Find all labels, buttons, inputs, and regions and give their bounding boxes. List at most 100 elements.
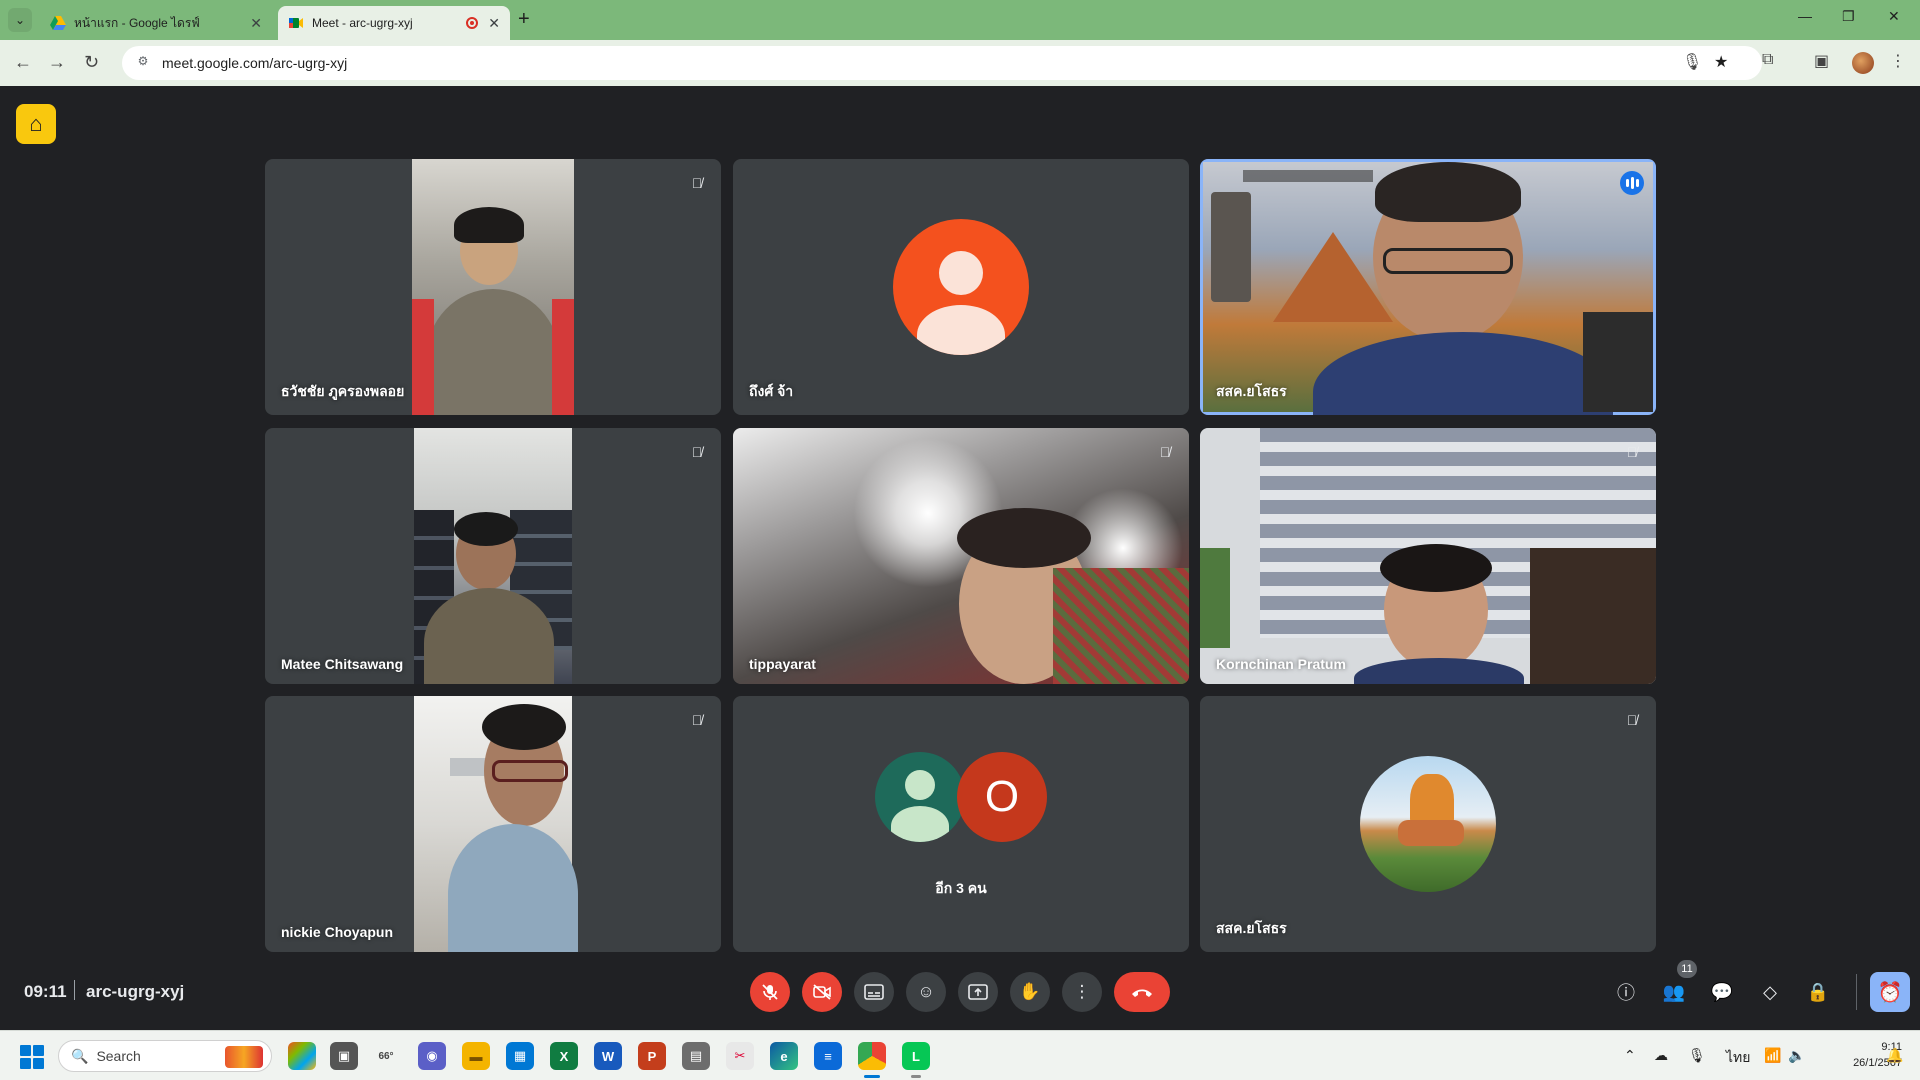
divider — [1856, 974, 1857, 1010]
more-participants-label: อีก 3 คน — [935, 880, 987, 896]
excel-icon[interactable]: X — [550, 1042, 578, 1070]
participant-video — [414, 428, 572, 684]
tab-search-button[interactable]: ⌄ — [8, 8, 32, 32]
menu-kebab-icon[interactable]: ⋮ — [1890, 51, 1906, 71]
language-indicator[interactable]: ไทย — [1726, 1047, 1750, 1069]
start-button[interactable] — [20, 1045, 44, 1069]
task-view-icon[interactable]: ▣ — [330, 1042, 358, 1070]
microsoft-store-icon[interactable]: ▦ — [506, 1042, 534, 1070]
participant-tile[interactable]: 🎙̸ nickie Choyapun — [265, 696, 721, 952]
windows-taskbar: 🔍 Search ▣ 66° ◉ ▬ ▦ X W P ▤ ✂ e ≡ L ⌃ ☁… — [0, 1030, 1920, 1080]
calculator-icon[interactable]: ▤ — [682, 1042, 710, 1070]
search-icon: 🔍 — [71, 1047, 89, 1064]
close-tab-icon[interactable]: ✕ — [488, 15, 500, 32]
captions-button[interactable] — [854, 972, 894, 1012]
meeting-clock: 09:11 — [24, 982, 67, 1001]
weather-icon[interactable]: 66° — [372, 1042, 400, 1070]
powerpoint-icon[interactable]: P — [638, 1042, 666, 1070]
word-icon[interactable]: W — [594, 1042, 622, 1070]
tab-title: Meet - arc-ugrg-xyj — [312, 16, 413, 30]
people-count-badge: 11 — [1677, 960, 1697, 978]
participant-tile[interactable]: 🎙̸ tippayarat — [733, 428, 1189, 684]
host-controls-button[interactable]: 🔒 — [1804, 978, 1832, 1006]
info-icon: ⓘ — [1617, 983, 1635, 1003]
microphone-icon[interactable]: 🎙 — [1682, 52, 1702, 72]
participant-tile-active-speaker[interactable]: สสค.ยโสธร — [1200, 159, 1656, 415]
people-button[interactable]: 👥 — [1660, 978, 1688, 1006]
file-explorer-icon[interactable]: ▬ — [462, 1042, 490, 1070]
participant-name: nickie Choyapun — [281, 924, 394, 940]
chrome-icon[interactable] — [858, 1042, 886, 1078]
address-bar[interactable]: ⚙ meet.google.com/arc-ugrg-xyj — [122, 46, 1762, 80]
participant-tile[interactable]: 🎙̸ Kornchinan Pratum — [1200, 428, 1656, 684]
participant-name: Kornchinan Pratum — [1216, 656, 1346, 672]
participant-video — [1203, 162, 1653, 415]
teams-chat-icon[interactable]: ◉ — [418, 1042, 446, 1070]
more-vert-icon: ⋮ — [1073, 982, 1091, 1001]
copilot-icon[interactable] — [288, 1042, 316, 1070]
participant-tile[interactable]: 🎙̸ สสค.ยโสธร — [1200, 696, 1656, 952]
lock-person-icon: 🔒 — [1806, 981, 1830, 1002]
hand-icon: ✋ — [1019, 982, 1041, 1001]
microphone-off-icon: 🎙̸ — [691, 175, 703, 191]
participant-video — [733, 428, 1189, 684]
minimize-button[interactable]: — — [1798, 8, 1812, 24]
captions-icon — [864, 984, 884, 1000]
participant-name: สสค.ยโสธร — [1216, 383, 1287, 399]
participant-tile[interactable]: 🎙̸ ธวัชชัย ภูครองพลอย — [265, 159, 721, 415]
notepad-icon[interactable]: ≡ — [814, 1042, 842, 1070]
profile-avatar[interactable] — [1852, 52, 1874, 74]
timer-button[interactable]: ⏰ — [1870, 972, 1910, 1012]
tab-google-meet[interactable]: Meet - arc-ugrg-xyj ✕ — [278, 6, 510, 40]
extensions-icon[interactable]: ⧉ — [1762, 51, 1773, 69]
notifications-bell-icon[interactable]: 🔔 — [1886, 1047, 1903, 1064]
leave-call-button[interactable] — [1114, 972, 1170, 1012]
line-app-icon[interactable]: L — [902, 1042, 930, 1078]
participant-tile[interactable]: ถึงศ์ จ้า — [733, 159, 1189, 415]
bookmark-star-icon[interactable]: ★ — [1714, 52, 1728, 72]
meeting-details-button[interactable]: ⓘ — [1612, 978, 1640, 1006]
participant-name: ธวัชชัย ภูครองพลอย — [281, 383, 405, 399]
reactions-button[interactable]: ☺ — [906, 972, 946, 1012]
tab-google-drive[interactable]: หน้าแรก - Google ไดรฟ์ ✕ — [40, 6, 272, 40]
participant-name: สสค.ยโสธร — [1216, 920, 1287, 936]
chevron-up-icon[interactable]: ⌃ — [1624, 1047, 1636, 1064]
onedrive-icon[interactable]: ☁ — [1654, 1047, 1668, 1064]
close-window-button[interactable]: ✕ — [1888, 8, 1900, 25]
back-arrow-icon[interactable]: ← — [14, 52, 32, 73]
microphone-off-icon — [762, 984, 778, 1000]
wifi-icon[interactable]: 📶 — [1764, 1047, 1781, 1064]
edge-icon[interactable]: e — [770, 1042, 798, 1070]
present-screen-button[interactable] — [958, 972, 998, 1012]
activities-button[interactable]: ◇ — [1756, 978, 1784, 1006]
camera-off-button[interactable] — [802, 972, 842, 1012]
snipping-tool-icon[interactable]: ✂ — [726, 1042, 754, 1070]
participant-video — [414, 696, 578, 952]
close-tab-icon[interactable]: ✕ — [250, 15, 262, 32]
microphone-off-button[interactable] — [750, 972, 790, 1012]
search-label: Search — [96, 1048, 141, 1064]
raise-hand-button[interactable]: ✋ — [1010, 972, 1050, 1012]
microphone-tray-icon[interactable]: 🎙 — [1688, 1047, 1706, 1064]
group-avatar-initial: O — [957, 752, 1047, 842]
meeting-code: arc-ugrg-xyj — [86, 982, 185, 1001]
new-tab-button[interactable]: + — [518, 8, 530, 31]
chevron-down-icon: ⌄ — [14, 13, 26, 27]
browser-tab-bar: ⌄ หน้าแรก - Google ไดรฟ์ ✕ Meet - arc-ug… — [0, 0, 1920, 40]
restore-button[interactable]: ❐ — [1842, 8, 1855, 25]
participant-name: ถึงศ์ จ้า — [749, 383, 794, 399]
host-controls-icon[interactable]: ⌂ — [16, 104, 56, 144]
participant-video — [412, 159, 574, 415]
side-panel-icon[interactable]: ▣ — [1814, 51, 1829, 71]
participant-group-tile[interactable]: O อีก 3 คน — [733, 696, 1189, 952]
taskbar-search[interactable]: 🔍 Search — [58, 1040, 272, 1072]
volume-icon[interactable]: 🔈 — [1788, 1047, 1805, 1064]
forward-arrow-icon[interactable]: → — [48, 52, 66, 73]
site-info-icon[interactable]: ⚙ — [134, 54, 152, 72]
more-options-button[interactable]: ⋮ — [1062, 972, 1102, 1012]
url-text: meet.google.com/arc-ugrg-xyj — [162, 55, 348, 71]
participant-tile[interactable]: 🎙̸ Matee Chitsawang — [265, 428, 721, 684]
reload-icon[interactable]: ↻ — [84, 52, 99, 73]
recording-indicator-icon — [466, 17, 479, 29]
chat-button[interactable]: 💬 — [1708, 978, 1736, 1006]
